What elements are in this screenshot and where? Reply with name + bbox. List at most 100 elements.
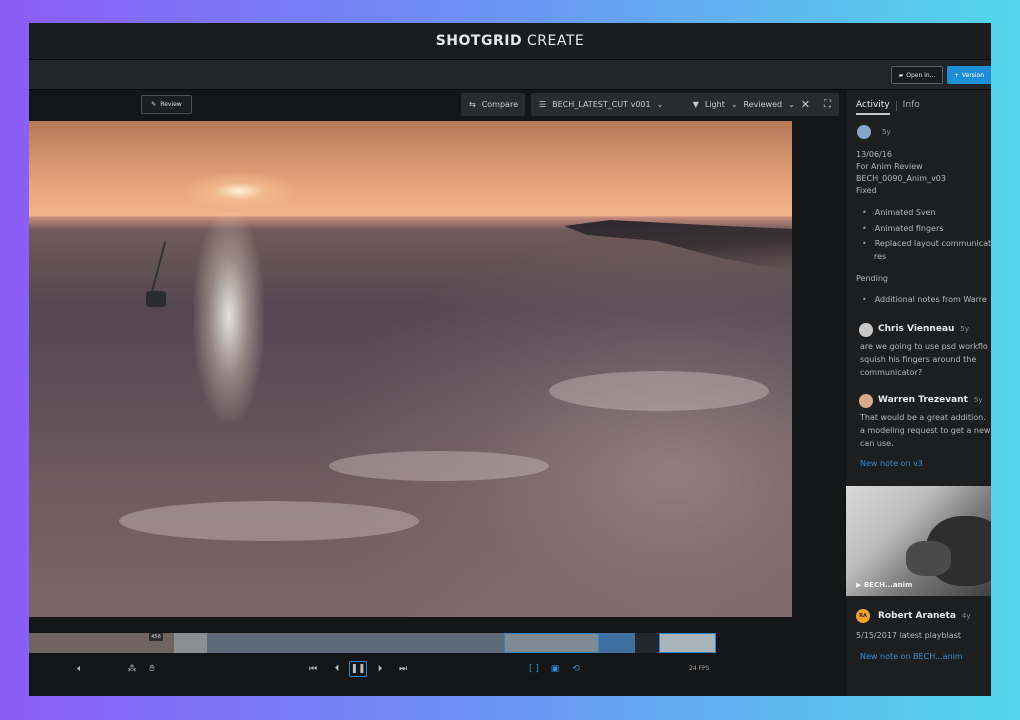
clip-segment[interactable]: [174, 633, 207, 653]
clip-segment[interactable]: [635, 633, 659, 653]
activity-panel: Activity Info 5y 13/06/16 For Anim Revie…: [845, 90, 991, 696]
plus-icon: +: [953, 71, 959, 79]
wave-crest: [549, 371, 769, 411]
loop-icon[interactable]: ⟲: [569, 661, 583, 677]
review-label: Review: [160, 101, 182, 108]
list-item-continued: res: [874, 252, 887, 261]
thumb-caption-text: BECH...anim: [863, 581, 913, 589]
clip-segment[interactable]: [659, 633, 716, 653]
wave-crest: [119, 501, 419, 541]
version-label: Version: [961, 71, 985, 79]
filter-icon: ▼: [692, 100, 699, 109]
pause-button[interactable]: ❚❚: [349, 661, 367, 677]
open-in-button[interactable]: ▰ Open in...: [891, 66, 943, 84]
avatar: [859, 394, 873, 408]
filter-light-label[interactable]: Light: [705, 100, 725, 109]
list-item: Replaced layout communicat: [862, 239, 991, 248]
app-window: SHOTGRID CREATE ▰ Open in... + Version ✎…: [29, 23, 991, 696]
volume-icon[interactable]: 🔈︎: [73, 661, 87, 677]
filter-reviewed-label[interactable]: Reviewed: [744, 100, 783, 109]
note-date: 13/06/16: [856, 150, 892, 159]
list-item: Additional notes from Warre: [862, 295, 987, 304]
hand-icon[interactable]: ✋︎: [146, 661, 158, 677]
brand-logo: SHOTGRID CREATE: [436, 33, 585, 49]
open-in-label: Open in...: [906, 71, 936, 79]
reply-author: Chris Vienneau 5y: [878, 324, 969, 334]
new-note-link[interactable]: New note on v3: [860, 459, 923, 468]
compare-button[interactable]: ⇆ Compare: [461, 93, 525, 116]
close-icon[interactable]: ✕: [801, 98, 810, 111]
sun-glint: [194, 211, 264, 421]
avatar: [859, 323, 873, 337]
avatar: RA: [856, 609, 870, 623]
list-item: Animated fingers: [862, 224, 944, 233]
frame-number: 456: [149, 633, 163, 641]
timeline-strip[interactable]: [29, 633, 716, 653]
author-name: Robert Araneta: [878, 611, 956, 621]
play-icon: ▶: [856, 581, 864, 589]
tab-info[interactable]: Info: [903, 100, 920, 115]
note-for: For Anim Review: [856, 162, 923, 171]
avatar: [857, 125, 871, 139]
buoy-mast: [149, 241, 167, 297]
clip-segment[interactable]: [599, 633, 635, 653]
chevron-down-icon: ⌄: [656, 100, 664, 109]
reply-text: can use.: [860, 439, 894, 448]
list-item: Animated Sven: [862, 208, 936, 217]
thumb-shape: [906, 541, 951, 576]
chevron-down-icon: ⌄: [730, 100, 738, 109]
thumb-caption: ▶ BECH...anim: [856, 581, 912, 589]
tab-activity[interactable]: Activity: [856, 100, 890, 115]
viewer-toolbar: ✎ Review ⇆ Compare ☰ BECH_LATEST_CUT v00…: [29, 90, 840, 121]
reply-text: That would be a great addition.: [860, 413, 986, 422]
frame-icon[interactable]: ▣: [548, 661, 562, 677]
reply-age: 5y: [960, 325, 970, 333]
video-frame[interactable]: [29, 121, 792, 617]
timeline: 456 🔈︎ ⁂ ✋︎ ⏮︎ ⏴︎ ❚❚ ⏵︎ ⏭︎ [ ] ▣ ⟲ 24 FP…: [29, 617, 840, 696]
fullscreen-button[interactable]: ⛶: [816, 93, 839, 116]
note-author: Robert Araneta 4y: [878, 611, 971, 621]
chevron-down-icon: ⌄: [788, 100, 795, 109]
fps-label: 24 FPS: [689, 665, 710, 672]
note-status: Fixed: [856, 186, 877, 195]
title-bar: SHOTGRID CREATE: [29, 23, 991, 60]
wave-crest: [329, 451, 549, 481]
buoy: [146, 291, 166, 307]
reply-text: squish his fingers around the: [860, 355, 977, 364]
note-version: BECH_0090_Anim_v03: [856, 174, 946, 183]
step-forward-icon[interactable]: ⏵︎: [374, 661, 386, 677]
tab-divider: [895, 101, 897, 111]
reply-age: 5y: [973, 396, 983, 404]
author-name: Chris Vienneau: [878, 324, 955, 334]
playlist-selector[interactable]: ☰ BECH_LATEST_CUT v001 ⌄ ▼ Light ⌄ Revie…: [531, 93, 818, 116]
panel-tabs: Activity Info: [856, 100, 920, 115]
skip-end-icon[interactable]: ⏭︎: [397, 661, 409, 677]
compare-icon: ⇆: [469, 100, 476, 109]
reply-author: Warren Trezevant 5y: [878, 395, 983, 405]
skip-start-icon[interactable]: ⏮︎: [307, 661, 319, 677]
new-note-link[interactable]: New note on BECH...anim: [860, 652, 963, 661]
step-back-icon[interactable]: ⏴︎: [331, 661, 343, 677]
note-age: 4y: [961, 612, 971, 620]
annotate-icon[interactable]: ⁂: [126, 661, 138, 677]
compare-label: Compare: [481, 100, 518, 109]
review-button[interactable]: ✎ Review: [141, 95, 192, 114]
pencil-icon: ✎: [151, 101, 157, 108]
shore-highlight: [309, 231, 792, 617]
app-header: ▰ Open in... + Version: [29, 60, 991, 90]
clip-segment[interactable]: [504, 633, 599, 653]
version-thumbnail[interactable]: ▶ BECH...anim: [846, 486, 991, 596]
add-version-button[interactable]: + Version: [947, 66, 991, 84]
sun-glow: [179, 171, 299, 211]
playlist-icon: ☰: [539, 100, 547, 109]
author-name: Warren Trezevant: [878, 395, 968, 405]
playback-controls: 🔈︎ ⁂ ✋︎ ⏮︎ ⏴︎ ❚❚ ⏵︎ ⏭︎ [ ] ▣ ⟲ 24 FPS: [29, 659, 716, 679]
reply-text: a modeling request to get a new: [860, 426, 991, 435]
clip-segment[interactable]: [207, 633, 504, 653]
brand-light: CREATE: [527, 33, 585, 49]
pending-heading: Pending: [856, 274, 888, 283]
fullscreen-icon: ⛶: [824, 99, 831, 110]
note-text: 5/15/2017 latest playblast: [856, 631, 962, 640]
playlist-label: BECH_LATEST_CUT v001: [552, 100, 651, 109]
in-out-icon[interactable]: [ ]: [527, 661, 541, 677]
